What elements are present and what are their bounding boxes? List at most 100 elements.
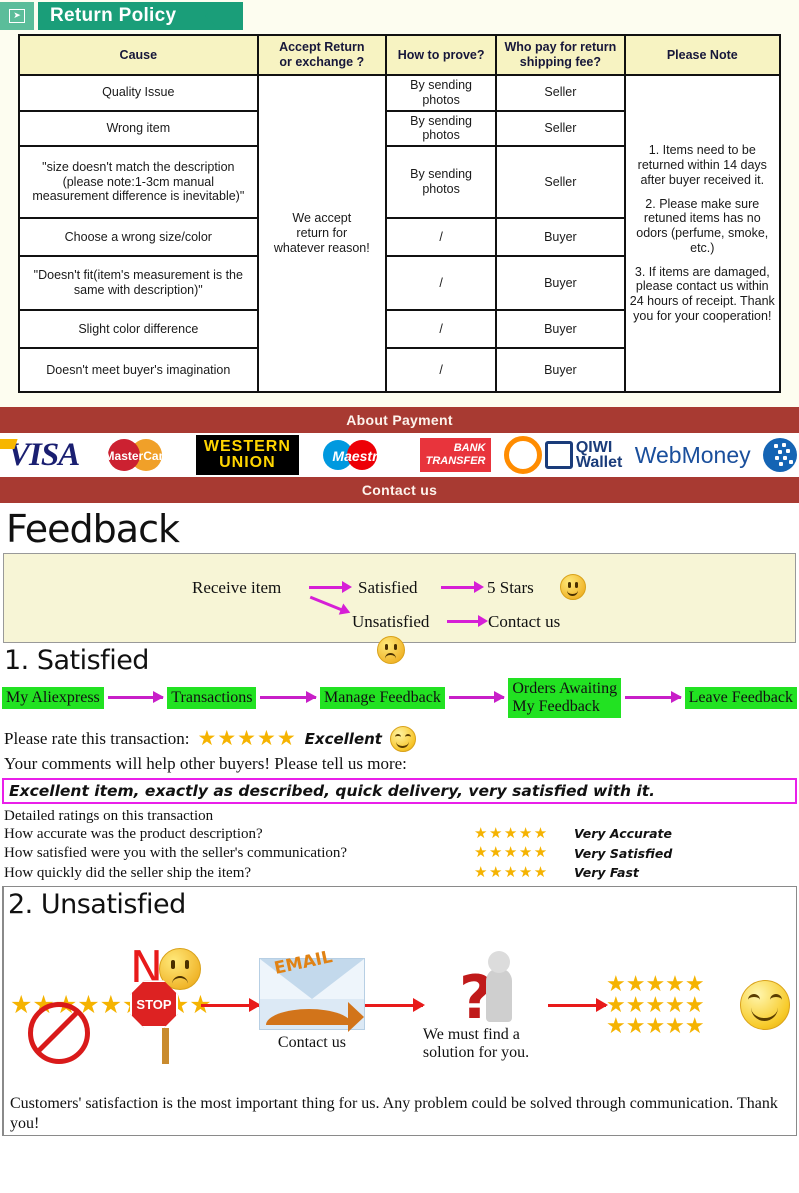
step-my-aliexpress[interactable]: My Aliexpress	[2, 686, 104, 709]
western-union-logo: WESTERN UNION	[195, 434, 299, 476]
rating-word: Excellent	[304, 729, 382, 748]
detail-label-accuracy: Very Accurate	[574, 826, 672, 842]
prove-cell: /	[384, 347, 498, 393]
good-rating-group: ★★★★★ ★★★★★ ★★★★★	[606, 973, 740, 1037]
header-please-note: Please Note	[623, 34, 782, 76]
pay-cell: Seller	[495, 74, 626, 112]
stop-sign-post	[161, 1028, 169, 1065]
email-envelope-icon: EMAIL	[258, 947, 365, 1033]
detail-stars-accuracy[interactable]: ★★★★★	[474, 825, 574, 845]
step-arrow-4	[625, 691, 682, 704]
header-how-to-prove: How to prove?	[384, 34, 498, 76]
red-arrow-3	[548, 998, 608, 1013]
unsatisfied-flow: ★★★★★★★★★ N STOP EMAIL Contact us ? We m…	[4, 920, 796, 1090]
flow-arrow-satisfied-result	[441, 581, 484, 593]
return-policy-title: Return Policy	[50, 5, 177, 26]
webmoney-icon	[762, 435, 797, 475]
detail-question-communication: How satisfied were you with the seller's…	[4, 845, 348, 862]
email-label: EMAIL	[272, 947, 335, 980]
contact-us-group: EMAIL Contact us	[258, 947, 365, 1052]
about-payment-banner: About Payment	[0, 407, 799, 433]
header-cause: Cause	[18, 34, 259, 76]
western-union-line2: UNION	[219, 454, 276, 471]
step-orders-awaiting-my-feedback[interactable]: Orders Awaiting My Feedback	[508, 678, 622, 718]
webmoney-logo: WebMoney	[635, 435, 751, 475]
cause-wrong-size-color: Choose a wrong size/color	[18, 217, 259, 257]
prove-cell: /	[384, 217, 498, 257]
return-policy-table: Cause Accept Return or exchange ? How to…	[18, 34, 782, 393]
comment-textbox[interactable]: Excellent item, exactly as described, qu…	[2, 777, 797, 804]
feedback-title: Feedback	[6, 507, 180, 551]
happy-face-icon	[560, 574, 586, 600]
cause-slight-color-difference: Slight color difference	[18, 309, 259, 349]
detailed-ratings-block: Detailed ratings on this transaction How…	[0, 806, 799, 884]
cause-quality-issue: Quality Issue	[18, 74, 259, 112]
contact-us-banner: Contact us	[0, 477, 799, 503]
webmoney-label: WebMoney	[634, 441, 751, 468]
big-smiley-group	[740, 980, 790, 1031]
prove-cell: By sending photos	[384, 74, 498, 112]
western-union-line1: WESTERN	[203, 437, 291, 455]
flow-arrow-unsatisfied-result	[447, 615, 488, 627]
header-pay-line2: shipping fee?	[519, 55, 602, 69]
cause-wrong-item: Wrong item	[18, 109, 259, 147]
flow-five-stars: 5 Stars	[487, 578, 534, 597]
accept-line2: return for	[296, 226, 348, 241]
qiwi-ring-icon	[503, 436, 542, 474]
header-accept-line2: or exchange ?	[279, 55, 365, 69]
flow-satisfied: Satisfied	[358, 578, 418, 597]
bad-rating-group: ★★★★★★★★★	[10, 993, 212, 1065]
mastercard-logo: MasterCard	[92, 435, 184, 475]
step-arrow-2	[260, 691, 317, 704]
stop-sign-icon: STOP	[130, 980, 178, 1029]
pay-cell: Buyer	[495, 309, 626, 349]
contact-us-caption: Contact us	[277, 1034, 346, 1052]
pay-cell: Seller	[495, 145, 626, 219]
step-manage-feedback[interactable]: Manage Feedback	[320, 686, 445, 709]
detail-stars-communication[interactable]: ★★★★★	[474, 844, 574, 864]
qiwi-wallet-logo: QIWI Wallet	[503, 435, 623, 475]
visa-logo: VISA	[2, 435, 80, 475]
red-arrow-2	[364, 998, 425, 1013]
step-arrow-3	[448, 691, 505, 704]
step-leave-feedback[interactable]: Leave Feedback	[684, 686, 797, 709]
satisfied-steps-flow: My Aliexpress Transactions Manage Feedba…	[0, 676, 799, 722]
feedback-flow-diagram: Receive item Satisfied 5 Stars Unsatisfi…	[3, 553, 796, 664]
solution-caption: We must find a solution for you.	[422, 1025, 530, 1062]
header-accept-line1: Accept Return	[279, 40, 365, 55]
flow-receive-item: Receive item	[192, 578, 282, 597]
bank-transfer-line1: BANK	[453, 442, 486, 455]
rate-transaction-row: Please rate this transaction: ★★★★★ Exce…	[0, 722, 799, 752]
step-transactions[interactable]: Transactions	[167, 686, 257, 709]
detail-row: How accurate was the product description…	[4, 825, 795, 845]
mail-forward-icon: ➤	[0, 2, 34, 30]
comments-prompt: Your comments will help other buyers! Pl…	[4, 753, 407, 773]
note-1: 1. Items need to be returned within 14 d…	[637, 143, 767, 187]
pay-cell: Seller	[495, 109, 626, 147]
header-accept-return: Accept Return or exchange ?	[256, 34, 387, 76]
step-arrow-1	[107, 691, 164, 704]
prove-cell: By sending photos	[384, 145, 498, 219]
payment-logos-strip: VISA MasterCard WESTERN UNION Maestro BA…	[0, 433, 799, 477]
smiley-icon	[389, 725, 416, 752]
sad-face-icon	[377, 636, 405, 664]
cause-size-mismatch: "size doesn't match the description (ple…	[18, 145, 259, 219]
prove-cell: /	[384, 309, 498, 349]
detail-stars-shipping[interactable]: ★★★★★	[474, 864, 574, 884]
section-unsatisfied-heading: 2. Unsatisfied	[8, 889, 186, 921]
ribbon-notch	[205, 2, 221, 30]
prove-cell: /	[384, 255, 498, 311]
detail-question-accuracy: How accurate was the product description…	[4, 825, 263, 842]
rating-stars[interactable]: ★★★★★	[198, 728, 297, 749]
flow-unsatisfied: Unsatisfied	[352, 612, 430, 631]
flow-arrow-to-unsatisfied	[309, 595, 343, 612]
qiwi-line2: Wallet	[575, 454, 623, 471]
detailed-ratings-heading: Detailed ratings on this transaction	[4, 807, 214, 824]
red-arrow-1	[200, 998, 261, 1013]
return-policy-header: ➤ Return Policy	[0, 0, 799, 34]
step4-line2: My Feedback	[512, 697, 600, 715]
cause-buyer-imagination: Doesn't meet buyer's imagination	[18, 347, 259, 393]
maestro-logo: Maestro	[311, 435, 407, 475]
mastercard-label: MasterCard	[104, 449, 171, 463]
cause-doesnt-fit: "Doesn't fit(item's measurement is the s…	[18, 255, 259, 311]
